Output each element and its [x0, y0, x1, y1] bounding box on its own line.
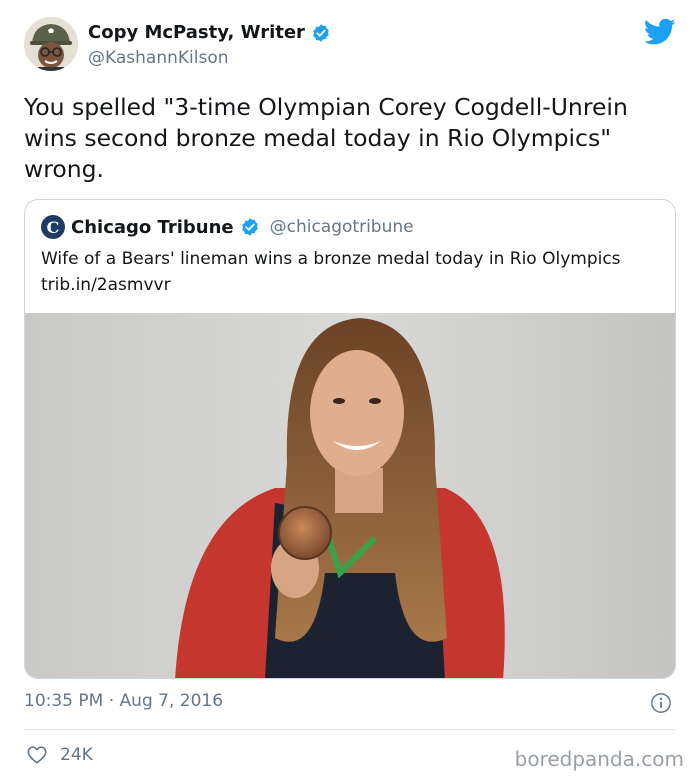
- author-avatar[interactable]: [24, 17, 78, 71]
- author-avatar-image: [24, 17, 78, 71]
- twitter-bird-icon[interactable]: [644, 18, 676, 46]
- quoted-author-name[interactable]: Chicago Tribune: [71, 217, 234, 238]
- author-name-row[interactable]: Copy McPasty, Writer: [88, 22, 331, 43]
- heart-icon[interactable]: [26, 744, 48, 766]
- verified-badge-icon: [313, 23, 329, 42]
- divider: [24, 729, 676, 730]
- info-icon[interactable]: [650, 692, 672, 714]
- verified-badge-icon: [241, 218, 258, 236]
- author-name[interactable]: Copy McPasty, Writer: [88, 22, 305, 43]
- quoted-tweet-header: C Chicago Tribune @chicagotribune: [41, 215, 414, 239]
- quoted-author-handle[interactable]: @chicagotribune: [270, 217, 414, 237]
- watermark: boredpanda.com: [514, 747, 684, 771]
- quoted-tweet-photo[interactable]: [25, 313, 676, 679]
- like-button[interactable]: 24K: [26, 744, 93, 766]
- like-count: 24K: [60, 745, 93, 765]
- author-handle[interactable]: @KashannKilson: [88, 48, 229, 68]
- quoted-tweet-card[interactable]: C Chicago Tribune @chicagotribune Wife o…: [24, 199, 676, 679]
- tweet-text: You spelled "3-time Olympian Corey Cogde…: [24, 93, 628, 183]
- tweet-timestamp[interactable]: 10:35 PM · Aug 7, 2016: [24, 691, 223, 711]
- meta-separator: ·: [108, 691, 115, 711]
- chicago-tribune-logo-icon: C: [41, 215, 65, 239]
- quoted-tweet-text: Wife of a Bears' lineman wins a bronze m…: [41, 249, 621, 295]
- tweet-time: 10:35 PM: [24, 691, 104, 711]
- tweet-date: Aug 7, 2016: [119, 691, 224, 711]
